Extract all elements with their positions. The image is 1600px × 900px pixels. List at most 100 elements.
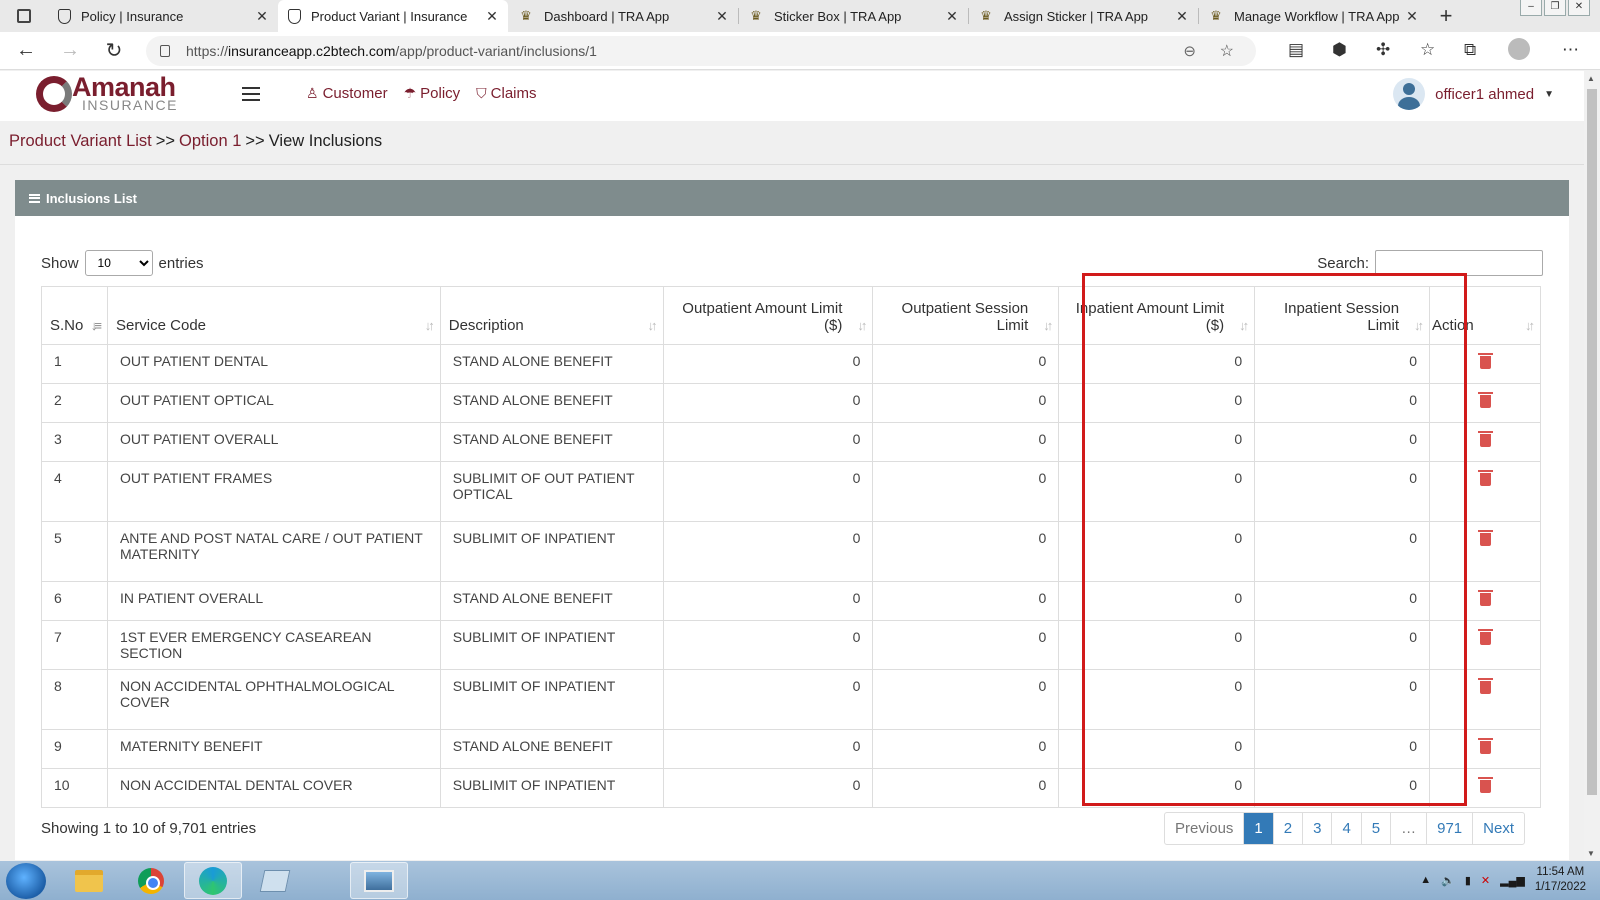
taskbar-chrome[interactable]	[122, 862, 180, 899]
nav-customer[interactable]: ♙ Customer	[306, 85, 388, 102]
browser-tab[interactable]: ♛ Sticker Box | TRA App ✕	[738, 0, 968, 32]
user-menu[interactable]: officer1 ahmed ▼	[1393, 78, 1554, 110]
back-button[interactable]: ←	[4, 39, 48, 62]
trash-icon[interactable]	[1477, 678, 1493, 694]
sort-icon: ↓↑	[424, 318, 435, 333]
show-hidden-icons-icon[interactable]: ▲	[1420, 874, 1431, 886]
battery-icon[interactable]: ▮	[1465, 874, 1471, 887]
page-scrollbar[interactable]: ▲ ▼	[1584, 71, 1600, 861]
description-cell: SUBLIMIT OF INPATIENT	[439, 768, 664, 808]
page-4-button[interactable]: 4	[1331, 813, 1360, 844]
url-path: /app/product-variant/inclusions/1	[395, 42, 597, 59]
col-service-code[interactable]: Service Code ↓↑	[106, 286, 441, 345]
close-icon[interactable]: ✕	[254, 8, 270, 25]
zoom-icon[interactable]: ⊖	[1183, 42, 1196, 60]
signal-icon[interactable]: ▂▄▆	[1500, 874, 1525, 887]
browser-tab[interactable]: ♛ Manage Workflow | TRA App ✕	[1198, 0, 1428, 32]
clock-date: 1/17/2022	[1534, 881, 1586, 893]
page-3-button[interactable]: 3	[1302, 813, 1331, 844]
network-warning-icon[interactable]: ✕	[1481, 874, 1490, 887]
trash-icon[interactable]	[1477, 738, 1493, 754]
nav-policy[interactable]: ☂ Policy	[404, 85, 461, 102]
sno-cell: 10	[41, 768, 108, 808]
trash-icon[interactable]	[1477, 590, 1493, 606]
address-bar[interactable]: https://insuranceapp.c2btech.com/app/pro…	[146, 35, 1256, 66]
scrollbar-thumb[interactable]	[1587, 89, 1597, 795]
trash-icon[interactable]	[1477, 431, 1493, 447]
forward-button[interactable]: →	[48, 39, 92, 62]
page-2-button[interactable]: 2	[1272, 813, 1302, 844]
emblem-icon: ♛	[980, 8, 992, 23]
outpatient-amount-cell: 0	[662, 729, 874, 769]
trash-icon[interactable]	[1477, 777, 1493, 793]
sort-icon: ↓↑	[857, 318, 867, 333]
entries-select[interactable]: 10	[84, 250, 153, 276]
logo-subtext: INSURANCE	[82, 97, 178, 113]
service-code-cell: NON ACCIDENTAL OPHTHALMOLOGICAL COVER	[106, 669, 441, 730]
col-description[interactable]: Description ↓↑	[439, 286, 664, 345]
scroll-down-icon[interactable]: ▼	[1587, 849, 1595, 858]
more-menu-icon[interactable]: ⋯	[1562, 40, 1579, 60]
outpatient-session-cell: 0	[872, 768, 1060, 808]
taskbar-notes[interactable]	[246, 862, 304, 899]
trash-icon[interactable]	[1477, 470, 1493, 486]
favorites-icon[interactable]: ☆	[1420, 40, 1435, 60]
previous-button[interactable]: Previous	[1165, 813, 1243, 844]
restore-button[interactable]: ❐	[1544, 0, 1566, 16]
favorite-star-icon[interactable]: ☆	[1220, 41, 1234, 61]
taskbar-photos[interactable]	[350, 862, 408, 899]
tabs-collections-icon[interactable]: ⧉	[1464, 40, 1476, 60]
volume-icon[interactable]: 🔈	[1441, 874, 1455, 887]
trash-icon[interactable]	[1477, 392, 1493, 408]
logo-mark-icon	[36, 76, 72, 112]
start-button[interactable]	[6, 862, 46, 899]
emblem-icon: ♛	[750, 8, 762, 23]
breadcrumb-product-variant-list[interactable]: Product Variant List	[9, 132, 152, 151]
tab-title: Manage Workflow | TRA App	[1234, 8, 1400, 24]
close-icon[interactable]: ✕	[714, 8, 730, 25]
col-sno[interactable]: S.No ↓≡	[41, 286, 108, 345]
page-5-button[interactable]: 5	[1360, 813, 1390, 844]
clock[interactable]: 11:54 AM 1/17/2022	[1535, 865, 1586, 895]
col-outpatient-session-limit[interactable]: Outpatient Session Limit ↓↑	[872, 286, 1060, 345]
new-tab-button[interactable]: +	[1428, 0, 1464, 32]
extension-shield-icon[interactable]: ⬢	[1332, 40, 1347, 60]
puzzle-icon[interactable]: ✣	[1376, 40, 1390, 60]
pagination: Previous 1 2 3 4 5 … 971 Next	[1164, 812, 1525, 845]
browser-tab[interactable]: ♛ Dashboard | TRA App ✕	[508, 0, 738, 32]
nav-claims[interactable]: ⛉ Claims	[476, 85, 536, 102]
breadcrumb-option-1[interactable]: Option 1	[179, 132, 241, 151]
browser-tab-active[interactable]: Product Variant | Insurance ✕	[278, 0, 508, 32]
amanah-logo[interactable]: Amanah INSURANCE	[36, 72, 188, 118]
emblem-icon: ♛	[1210, 8, 1222, 23]
breadcrumb: Product Variant List >> Option 1 >> View…	[9, 132, 382, 151]
trash-icon[interactable]	[1477, 629, 1493, 645]
taskbar-explorer[interactable]	[60, 862, 118, 899]
collections-icon[interactable]: ▤	[1288, 40, 1304, 60]
close-icon[interactable]: ✕	[944, 8, 960, 25]
browser-tab[interactable]: Policy | Insurance ✕	[48, 0, 278, 32]
close-icon[interactable]: ✕	[1404, 8, 1420, 25]
window-close-button[interactable]: ✕	[1568, 0, 1590, 16]
next-button[interactable]: Next	[1472, 813, 1524, 844]
header-label: Description	[448, 317, 524, 334]
service-code-cell: OUT PATIENT OVERALL	[106, 422, 441, 462]
reload-button[interactable]: ↻	[92, 38, 136, 63]
trash-icon[interactable]	[1477, 530, 1493, 546]
tab-actions-button[interactable]	[0, 0, 48, 32]
minimize-button[interactable]: –	[1520, 0, 1542, 16]
scroll-up-icon[interactable]: ▲	[1587, 74, 1595, 83]
outpatient-session-cell: 0	[872, 669, 1060, 730]
browser-tab[interactable]: ♛ Assign Sticker | TRA App ✕	[968, 0, 1198, 32]
close-icon[interactable]: ✕	[484, 8, 500, 25]
page-1-button[interactable]: 1	[1243, 813, 1273, 844]
service-code-cell: ANTE AND POST NATAL CARE / OUT PATIENT M…	[106, 521, 441, 582]
hamburger-menu-icon[interactable]	[242, 87, 260, 101]
page-last-button[interactable]: 971	[1426, 813, 1472, 844]
description-cell: SUBLIMIT OF OUT PATIENT OPTICAL	[439, 461, 664, 522]
col-outpatient-amount-limit[interactable]: Outpatient Amount Limit ($) ↓↑	[662, 286, 874, 345]
close-icon[interactable]: ✕	[1174, 8, 1190, 25]
profile-avatar-icon[interactable]	[1508, 38, 1530, 60]
taskbar-edge[interactable]	[184, 862, 242, 899]
trash-icon[interactable]	[1477, 353, 1493, 369]
